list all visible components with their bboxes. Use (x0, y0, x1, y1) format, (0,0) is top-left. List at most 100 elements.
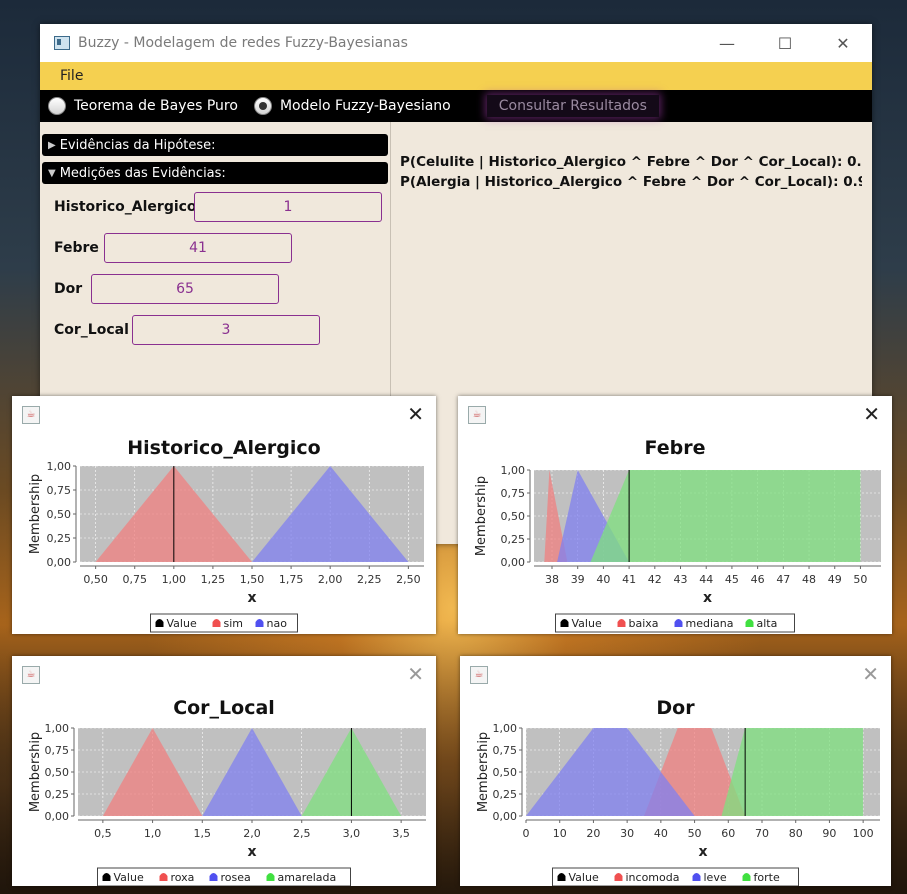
y-axis-label: Membership (28, 732, 43, 812)
evidence-row-dor: Dor 65 (40, 274, 390, 304)
consult-results-button[interactable]: Consultar Resultados (486, 95, 659, 117)
legend-label: baixa (629, 617, 659, 630)
x-tick-label: 50 (688, 827, 702, 840)
evidence-row-historico: Historico_Alergico 1 (40, 192, 390, 222)
x-tick-label: 3,5 (392, 827, 410, 840)
legend-label: incomoda (626, 871, 680, 884)
radio-bayes-puro[interactable]: Teorema de Bayes Puro (48, 97, 238, 115)
evidence-label: Febre (54, 240, 99, 256)
minimize-icon[interactable]: — (698, 24, 756, 62)
x-tick-label: 1,5 (194, 827, 212, 840)
measurements-section-header[interactable]: ▼ Medições das Evidências: (42, 162, 388, 184)
menu-bar: File (40, 62, 872, 90)
evidence-label: Cor_Local (54, 322, 129, 338)
mode-toolbar: Teorema de Bayes Puro Modelo Fuzzy-Bayes… (40, 90, 872, 122)
series-alta (590, 470, 861, 562)
x-tick-label: 0,50 (83, 573, 108, 586)
y-tick-label: 0,25 (45, 788, 70, 801)
y-tick-label: 0,75 (47, 484, 72, 497)
result-line-celulite: P(Celulite | Historico_Alergico ^ Febre … (400, 154, 862, 170)
x-tick-label: 80 (789, 827, 803, 840)
y-tick-label: 0,00 (47, 556, 72, 569)
radio-label: Teorema de Bayes Puro (74, 98, 238, 114)
x-tick-label: 1,0 (144, 827, 162, 840)
y-tick-label: 0,00 (493, 810, 518, 823)
x-tick-label: 100 (853, 827, 874, 840)
chart-title: Historico_Alergico (127, 437, 320, 459)
triangle-down-icon: ▼ (48, 167, 56, 179)
radio-label: Modelo Fuzzy-Bayesiano (279, 98, 451, 114)
chart-legend: Value roxa rosea amarelada (97, 867, 351, 886)
chart-title: Dor (656, 697, 695, 719)
x-tick-label: 30 (620, 827, 634, 840)
evidence-input-cor-local[interactable]: 3 (132, 315, 320, 345)
chart-window-cor-local: ☕ ✕ Cor_Local 0,00 0,25 0,50 0,75 1,00 0,5 1,0 1… (12, 656, 436, 886)
x-tick-label: 2,50 (396, 573, 421, 586)
x-tick-label: 48 (802, 573, 816, 586)
chart-window-dor: ☕ ✕ Dor 0,00 0,25 0,50 0,75 1,00 0 10 20 30 40 50 60… (460, 656, 891, 886)
evidence-input-dor[interactable]: 65 (91, 274, 279, 304)
legend-label: Value (114, 871, 144, 884)
x-tick-label: 38 (545, 573, 559, 586)
legend-label: amarelada (278, 871, 337, 884)
y-tick-label: 0,00 (501, 556, 526, 569)
title-bar[interactable]: Buzzy - Modelagem de redes Fuzzy-Bayesia… (40, 24, 872, 62)
radio-button[interactable] (48, 97, 66, 115)
window-title: Buzzy - Modelagem de redes Fuzzy-Bayesia… (78, 35, 408, 51)
results-area: P(Celulite | Historico_Alergico ^ Febre … (400, 152, 862, 192)
y-tick-label: 1,00 (47, 460, 72, 473)
x-tick-label: 2,0 (243, 827, 261, 840)
x-tick-label: 0,75 (122, 573, 147, 586)
x-tick-label: 40 (596, 573, 610, 586)
x-tick-label: 2,25 (357, 573, 382, 586)
evidence-row-febre: Febre 41 (40, 233, 390, 263)
hypothesis-section-header[interactable]: ▶ Evidências da Hipótese: (42, 134, 388, 156)
x-axis-label: x (247, 844, 256, 860)
x-axis-label: x (698, 844, 707, 860)
x-tick-label: 46 (751, 573, 765, 586)
x-tick-label: 1,50 (240, 573, 265, 586)
legend-label: roxa (171, 871, 195, 884)
radio-fuzzy-bayesiano[interactable]: Modelo Fuzzy-Bayesiano (253, 97, 451, 115)
x-tick-label: 60 (721, 827, 735, 840)
x-tick-label: 90 (822, 827, 836, 840)
x-tick-label: 44 (699, 573, 713, 586)
evidence-input-febre[interactable]: 41 (104, 233, 292, 263)
chart-window-febre: ☕ ✕ Febre 0,00 0,25 0,50 0,75 1,00 38 39 40 41 42 4… (458, 396, 892, 634)
radio-button-selected[interactable] (253, 97, 272, 115)
maximize-icon[interactable]: ☐ (756, 24, 814, 62)
x-tick-label: 43 (674, 573, 688, 586)
x-tick-label: 49 (828, 573, 842, 586)
y-tick-label: 0,50 (45, 766, 70, 779)
x-tick-label: 45 (725, 573, 739, 586)
close-icon[interactable]: ✕ (814, 24, 872, 62)
x-tick-label: 10 (553, 827, 567, 840)
y-tick-label: 0,75 (493, 744, 518, 757)
menu-file[interactable]: File (60, 68, 83, 84)
evidence-label: Historico_Alergico (54, 199, 197, 215)
hypothesis-section-label: Evidências da Hipótese: (59, 137, 216, 153)
chart-historico: Historico_Alergico 0,00 0,25 0,50 0,75 1,00 0,… (28, 437, 424, 633)
evidence-label: Dor (54, 281, 83, 297)
measurements-section-label: Medições das Evidências: (59, 165, 226, 181)
x-tick-label: 1,25 (201, 573, 226, 586)
legend-label: Value (572, 617, 602, 630)
x-tick-label: 40 (654, 827, 668, 840)
y-tick-label: 0,25 (47, 532, 72, 545)
y-tick-label: 0,25 (501, 533, 526, 546)
y-tick-label: 0,50 (493, 766, 518, 779)
x-tick-label: 41 (622, 573, 636, 586)
evidence-input-historico[interactable]: 1 (194, 192, 382, 222)
legend-label: leve (704, 871, 727, 884)
x-tick-label: 42 (648, 573, 662, 586)
x-tick-label: 3,0 (343, 827, 361, 840)
y-tick-label: 0,50 (47, 508, 72, 521)
legend-label: mediana (686, 617, 734, 630)
x-tick-label: 1,00 (162, 573, 187, 586)
y-tick-label: 0,50 (501, 510, 526, 523)
y-tick-label: 1,00 (493, 722, 518, 735)
y-tick-label: 0,00 (45, 810, 70, 823)
legend-label: forte (754, 871, 780, 884)
legend-label: sim (224, 617, 244, 630)
x-tick-label: 2,00 (318, 573, 343, 586)
